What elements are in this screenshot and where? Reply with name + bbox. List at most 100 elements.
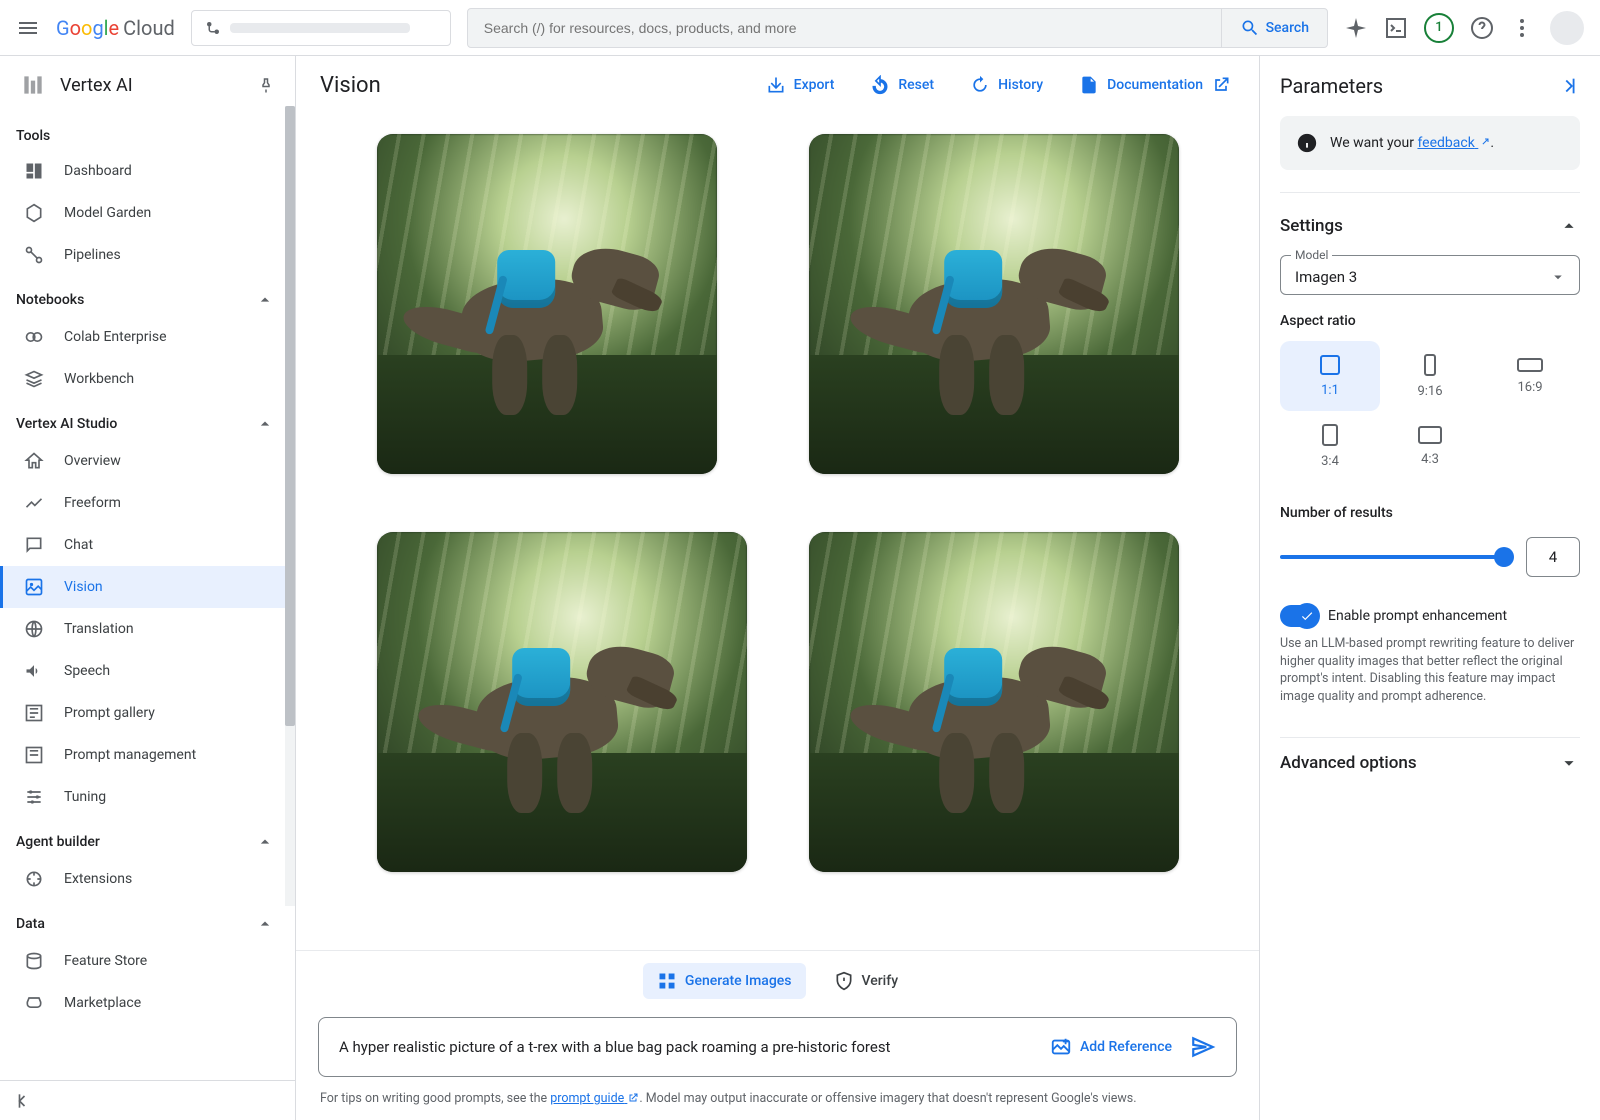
model-select[interactable]: Model Imagen 3 <box>1280 255 1580 295</box>
settings-section[interactable]: Settings <box>1280 215 1580 237</box>
help-icon[interactable] <box>1470 16 1494 40</box>
sidebar-item-colab[interactable]: Colab Enterprise <box>0 316 295 358</box>
avatar[interactable] <box>1550 11 1584 45</box>
aspect-ratio-4-3[interactable]: 4:3 <box>1380 411 1480 481</box>
feedback-banner: We want your feedback . <box>1280 116 1580 170</box>
product-title: Vertex AI <box>60 75 243 96</box>
generated-image-2[interactable] <box>809 134 1179 474</box>
aspect-ratio-3-4[interactable]: 3:4 <box>1280 411 1380 481</box>
vertex-ai-icon <box>20 72 46 98</box>
send-icon[interactable] <box>1190 1034 1216 1060</box>
generated-image-3[interactable] <box>377 532 747 872</box>
aspect-ratio-label: Aspect ratio <box>1280 313 1580 329</box>
menu-icon[interactable] <box>16 16 40 40</box>
sidebar-item-translation[interactable]: Translation <box>0 608 295 650</box>
mode-tabs: Generate Images Verify <box>296 950 1259 1011</box>
aspect-ratio-16-9[interactable]: 16:9 <box>1480 341 1580 411</box>
section-studio[interactable]: Vertex AI Studio <box>0 400 295 440</box>
chevron-left-icon <box>12 1091 32 1111</box>
project-selector[interactable] <box>191 10 451 46</box>
chevron-down-icon <box>1558 752 1580 774</box>
results-value[interactable]: 4 <box>1526 537 1580 577</box>
reset-button[interactable]: Reset <box>866 69 938 101</box>
prompt-input[interactable]: A hyper realistic picture of a t-rex wit… <box>318 1017 1237 1077</box>
results-label: Number of results <box>1280 505 1580 521</box>
check-icon <box>1300 609 1314 623</box>
section-tools: Tools <box>0 114 295 150</box>
prompt-enhancement-toggle[interactable] <box>1280 605 1318 627</box>
chevron-up-icon <box>255 290 275 310</box>
sidebar-item-model-garden[interactable]: Model Garden <box>0 192 295 234</box>
generated-image-4[interactable] <box>809 532 1179 872</box>
model-value: Imagen 3 <box>1295 268 1357 286</box>
sidebar-item-tuning[interactable]: Tuning <box>0 776 295 818</box>
canvas: Vision Export Reset History Documentatio… <box>296 56 1260 1120</box>
parameters-panel: Parameters We want your feedback . Setti… <box>1260 56 1600 1120</box>
external-link-icon <box>1478 137 1490 149</box>
info-icon <box>1296 132 1318 154</box>
footer-note: For tips on writing good prompts, see th… <box>296 1087 1259 1120</box>
chevron-down-icon <box>1549 268 1567 286</box>
search-input[interactable] <box>468 9 1221 47</box>
sidebar-item-prompt-management[interactable]: Prompt management <box>0 734 295 776</box>
search-button-label: Search <box>1266 20 1309 36</box>
pin-icon[interactable] <box>257 76 275 94</box>
gemini-icon[interactable] <box>1344 16 1368 40</box>
sidebar-header: Vertex AI <box>0 56 295 114</box>
sidebar-item-freeform[interactable]: Freeform <box>0 482 295 524</box>
chevron-up-icon <box>1558 215 1580 237</box>
canvas-title: Vision <box>320 73 734 98</box>
history-button[interactable]: History <box>966 69 1047 101</box>
sidebar-item-pipelines[interactable]: Pipelines <box>0 234 295 276</box>
sidebar-item-overview[interactable]: Overview <box>0 440 295 482</box>
generated-image-1[interactable] <box>377 134 717 474</box>
sidebar: Vertex AI Tools Dashboard Model Garden P… <box>0 56 296 1120</box>
section-data[interactable]: Data <box>0 900 295 940</box>
top-right-icons: 1 <box>1344 11 1584 45</box>
toggle-description: Use an LLM-based prompt rewriting featur… <box>1280 635 1580 705</box>
export-button[interactable]: Export <box>762 69 839 101</box>
aspect-ratio-group: 1:1 9:16 16:9 3:4 4:3 <box>1280 341 1580 481</box>
section-agent[interactable]: Agent builder <box>0 818 295 858</box>
search-button[interactable]: Search <box>1221 9 1327 47</box>
image-grid <box>296 114 1259 950</box>
feedback-link[interactable]: feedback <box>1417 135 1490 151</box>
search-bar: Search <box>467 8 1328 48</box>
sidebar-collapse[interactable] <box>0 1080 295 1120</box>
prompt-text: A hyper realistic picture of a t-rex wit… <box>339 1038 1032 1056</box>
add-reference-button[interactable]: Add Reference <box>1050 1036 1172 1058</box>
parameters-title: Parameters <box>1280 74 1383 98</box>
sidebar-item-feature-store[interactable]: Feature Store <box>0 940 295 982</box>
sidebar-item-vision[interactable]: Vision <box>0 566 295 608</box>
cloud-shell-icon[interactable] <box>1384 16 1408 40</box>
verify-tab[interactable]: Verify <box>820 963 913 999</box>
sidebar-item-workbench[interactable]: Workbench <box>0 358 295 400</box>
sidebar-item-dashboard[interactable]: Dashboard <box>0 150 295 192</box>
sidebar-item-marketplace[interactable]: Marketplace <box>0 982 295 1024</box>
more-icon[interactable] <box>1510 16 1534 40</box>
canvas-header: Vision Export Reset History Documentatio… <box>296 56 1259 114</box>
advanced-section[interactable]: Advanced options <box>1280 752 1580 774</box>
prompt-guide-link[interactable]: prompt guide <box>550 1091 639 1106</box>
sidebar-item-speech[interactable]: Speech <box>0 650 295 692</box>
sidebar-item-prompt-gallery[interactable]: Prompt gallery <box>0 692 295 734</box>
chevron-up-icon <box>255 414 275 434</box>
external-link-icon <box>627 1092 639 1104</box>
section-notebooks[interactable]: Notebooks <box>0 276 295 316</box>
project-name-redacted <box>230 23 410 33</box>
google-cloud-logo[interactable]: GoogleCloud <box>56 16 175 40</box>
toggle-label: Enable prompt enhancement <box>1328 608 1507 624</box>
aspect-ratio-1-1[interactable]: 1:1 <box>1280 341 1380 411</box>
notification-badge[interactable]: 1 <box>1424 13 1454 43</box>
sidebar-item-extensions[interactable]: Extensions <box>0 858 295 900</box>
aspect-ratio-9-16[interactable]: 9:16 <box>1380 341 1480 411</box>
external-link-icon <box>1211 75 1231 95</box>
chevron-up-icon <box>255 832 275 852</box>
topbar: GoogleCloud Search 1 <box>0 0 1600 56</box>
results-slider[interactable] <box>1280 555 1512 559</box>
collapse-panel-icon[interactable] <box>1558 75 1580 97</box>
documentation-button[interactable]: Documentation <box>1075 69 1235 101</box>
sidebar-item-chat[interactable]: Chat <box>0 524 295 566</box>
generate-images-tab[interactable]: Generate Images <box>643 963 806 999</box>
chevron-up-icon <box>255 914 275 934</box>
